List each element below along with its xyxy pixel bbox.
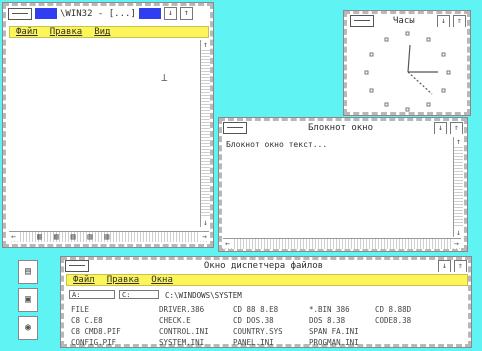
file-item[interactable]: *.BIN 386 bbox=[309, 305, 375, 314]
system-menu-button[interactable] bbox=[350, 15, 374, 27]
notepad-window: Блокнот окно ↓ ⇑ Блокнот окно текст... ↑… bbox=[218, 117, 468, 252]
minimize-button[interactable]: ↓ bbox=[434, 122, 447, 134]
file-item[interactable]: CHECK.E bbox=[159, 316, 233, 325]
notepad-vscroll[interactable]: ↑ ↓ bbox=[453, 137, 463, 237]
toolbar-icon[interactable]: ▥ bbox=[54, 232, 59, 241]
maximize-button[interactable]: ↑ bbox=[179, 7, 193, 20]
menu-file[interactable]: Файл bbox=[73, 275, 95, 285]
file-item[interactable]: SYSTEM.INI bbox=[159, 338, 233, 347]
clock-face bbox=[364, 31, 451, 112]
explorer-vscroll[interactable]: ↑ ↓ bbox=[200, 40, 210, 227]
file-item[interactable]: DOS 8.38 bbox=[309, 316, 375, 325]
clock-title: Часы bbox=[393, 16, 415, 26]
system-menu-button[interactable] bbox=[8, 7, 32, 20]
file-item[interactable]: CD DOS.38 bbox=[233, 316, 309, 325]
file-item[interactable]: PANEL.INI bbox=[233, 338, 309, 347]
menu-edit[interactable]: Правка bbox=[50, 27, 83, 37]
minimize-button[interactable]: ↓ bbox=[438, 260, 451, 272]
filemgr-titlebar[interactable]: Окно диспетчера файлов ↓ ⇑ bbox=[65, 260, 467, 272]
scroll-up-icon[interactable]: ↑ bbox=[454, 137, 463, 146]
file-item[interactable]: SPAN FA.INI bbox=[309, 327, 375, 336]
explorer-hscroll[interactable]: ← ▥ ▥ ▥ ▥ ▥ → bbox=[9, 231, 209, 242]
file-item[interactable]: CD 8.88D bbox=[375, 305, 445, 314]
filemgr-title: Окно диспетчера файлов bbox=[203, 261, 324, 271]
filemgr-menubar: Файл Правка Окна bbox=[66, 274, 468, 286]
system-menu-button[interactable] bbox=[65, 260, 89, 272]
notepad-text: Блокнот окно текст... bbox=[226, 140, 328, 149]
scroll-right-icon[interactable]: → bbox=[452, 239, 461, 248]
file-item[interactable]: CD 88 8.E8 bbox=[233, 305, 309, 314]
filemgr-window: Окно диспетчера файлов ↓ ⇑ Файл Правка О… bbox=[60, 256, 472, 348]
clock-titlebar[interactable]: Часы ↓ ⇑ bbox=[350, 15, 466, 27]
menu-edit[interactable]: Правка bbox=[107, 275, 140, 285]
file-item[interactable] bbox=[375, 338, 445, 347]
file-item[interactable]: COUNTRY.SYS bbox=[233, 327, 309, 336]
toolbar-icon[interactable]: ▥ bbox=[37, 232, 42, 241]
scroll-left-icon[interactable]: ← bbox=[223, 239, 232, 248]
toolbar-icon[interactable]: ▥ bbox=[87, 232, 92, 241]
menu-file[interactable]: Файл bbox=[16, 27, 38, 37]
scroll-up-icon[interactable]: ↑ bbox=[201, 40, 210, 49]
explorer-menubar: Файл Правка Вид bbox=[9, 26, 209, 38]
file-item[interactable]: CONFIG.PIF bbox=[71, 338, 159, 347]
explorer-titlebar[interactable]: \WIN32 - [...] ↓ ↑ bbox=[8, 7, 210, 20]
notepad-text-area[interactable]: Блокнот окно текст... bbox=[223, 137, 451, 237]
desktop-icon-program-group[interactable]: ▤ bbox=[18, 260, 38, 284]
scroll-left-icon[interactable]: ← bbox=[9, 232, 18, 241]
toolbar-icon[interactable]: ▥ bbox=[104, 232, 109, 241]
title-accent-right bbox=[138, 8, 161, 19]
notepad-titlebar[interactable]: Блокнот окно ↓ ⇑ bbox=[223, 122, 463, 134]
system-menu-button[interactable] bbox=[223, 122, 247, 134]
scroll-down-icon[interactable]: ↓ bbox=[454, 228, 463, 237]
file-item[interactable]: C8 C.E8 bbox=[71, 316, 159, 325]
desktop-icon-file-manager[interactable]: ▣ bbox=[18, 288, 38, 312]
hour-hand bbox=[407, 44, 411, 73]
scroll-down-icon[interactable]: ↓ bbox=[201, 218, 210, 227]
explorer-window: \WIN32 - [...] ↓ ↑ Файл Правка Вид ⟂ ↑ ↓… bbox=[2, 2, 214, 248]
toolbar-icon[interactable]: ▥ bbox=[71, 232, 76, 241]
file-item[interactable] bbox=[375, 327, 445, 336]
maximize-button[interactable]: ⇑ bbox=[454, 260, 467, 272]
notepad-hscroll[interactable]: ← → bbox=[223, 238, 461, 249]
file-item[interactable]: PROGMAN.INI bbox=[309, 338, 375, 347]
text-cursor-icon: ⟂ bbox=[161, 71, 168, 84]
file-list: FILE DRIVER.386 CD 88 8.E8 *.BIN 386 CD … bbox=[71, 305, 445, 347]
menu-windows[interactable]: Окна bbox=[151, 275, 173, 285]
clock-window: Часы ↓ ⇑ bbox=[343, 10, 471, 116]
drive-c-selector[interactable]: C: bbox=[119, 290, 159, 299]
minute-hand bbox=[407, 71, 433, 95]
file-item[interactable]: C8 CMD8.PIF bbox=[71, 327, 159, 336]
scroll-right-icon[interactable]: → bbox=[200, 232, 209, 241]
explorer-content[interactable]: ⟂ bbox=[9, 40, 199, 227]
current-path: C:\WINDOWS\SYSTEM bbox=[165, 291, 242, 300]
file-item[interactable]: DRIVER.386 bbox=[159, 305, 233, 314]
file-item[interactable]: CODE8.38 bbox=[375, 316, 445, 325]
desktop-icon-disk[interactable]: ◉ bbox=[18, 316, 38, 340]
maximize-button[interactable]: ⇑ bbox=[450, 122, 463, 134]
menu-view[interactable]: Вид bbox=[94, 27, 110, 37]
minimize-button[interactable]: ↓ bbox=[437, 15, 450, 27]
maximize-button[interactable]: ⇑ bbox=[453, 15, 466, 27]
file-item[interactable]: FILE bbox=[71, 305, 159, 314]
drive-a-selector[interactable]: A: bbox=[69, 290, 115, 299]
notepad-title: Блокнот окно bbox=[307, 123, 374, 133]
file-item[interactable]: CONTROL.INI bbox=[159, 327, 233, 336]
explorer-title: \WIN32 - [...] bbox=[60, 8, 136, 19]
minimize-button[interactable]: ↓ bbox=[163, 7, 177, 20]
title-accent-left bbox=[35, 8, 57, 19]
